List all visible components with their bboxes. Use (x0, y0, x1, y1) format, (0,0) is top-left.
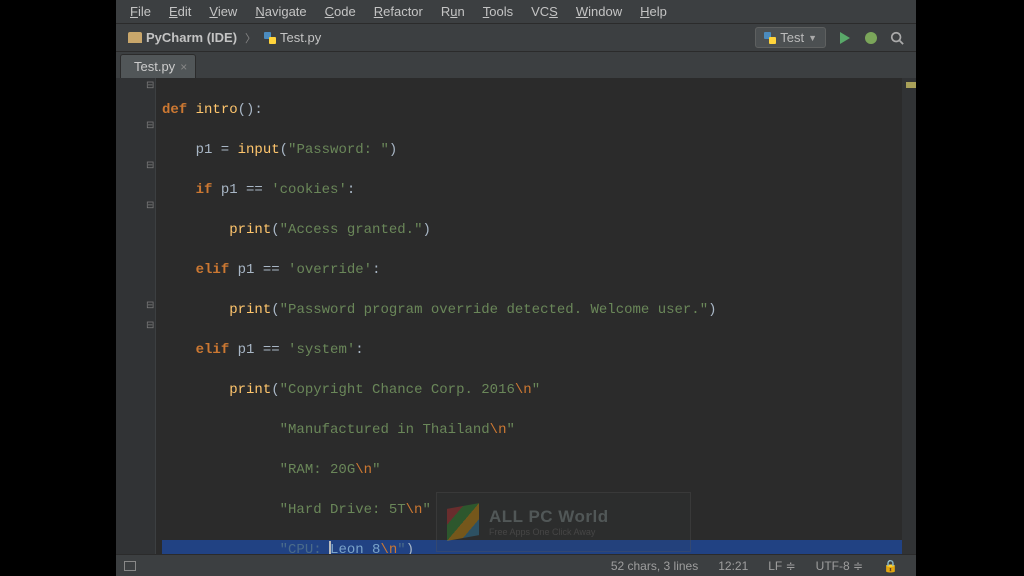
watermark-subtitle: Free Apps One Click Away (489, 527, 609, 537)
fold-icon[interactable]: ⊟ (146, 80, 154, 91)
fold-icon[interactable]: ⊟ (146, 120, 154, 131)
menu-code[interactable]: Code (317, 2, 364, 21)
menu-file[interactable]: File (122, 2, 159, 21)
breadcrumb-file[interactable]: Test.py (258, 28, 327, 47)
menu-window[interactable]: Window (568, 2, 630, 21)
bug-icon (865, 32, 877, 44)
play-icon (840, 32, 850, 44)
breadcrumb-sep: 〉 (243, 30, 258, 46)
status-selection: 52 chars, 3 lines (601, 559, 708, 573)
menu-help[interactable]: Help (632, 2, 675, 21)
code-editor[interactable]: def intro(): p1 = input("Password: ") if… (156, 78, 902, 554)
folder-icon (128, 32, 142, 43)
status-caret-pos[interactable]: 12:21 (708, 559, 758, 573)
search-icon (890, 31, 904, 45)
editor-area: ⊟ ⊟ ⊟ ⊟ ⊟ ⊟ def intro(): p1 = input("Pas… (116, 78, 916, 554)
python-icon (264, 32, 276, 44)
watermark-logo (447, 503, 479, 541)
fold-icon[interactable]: ⊟ (146, 300, 154, 311)
watermark-title: ALL PC World (489, 507, 609, 527)
menu-view[interactable]: View (201, 2, 245, 21)
status-bar: 52 chars, 3 lines 12:21 LF ≑ UTF-8 ≑ 🔒 (116, 554, 916, 576)
ide-window: File Edit View Navigate Code Refactor Ru… (116, 0, 916, 576)
status-encoding[interactable]: UTF-8 ≑ (806, 559, 873, 573)
menu-run[interactable]: Run (433, 2, 473, 21)
lock-icon[interactable]: 🔒 (873, 559, 908, 573)
search-button[interactable] (886, 27, 908, 49)
tab-bar: Test.py × (116, 52, 916, 78)
warning-marker[interactable] (906, 82, 916, 88)
menu-navigate[interactable]: Navigate (247, 2, 314, 21)
menu-tools[interactable]: Tools (475, 2, 521, 21)
status-line-ending[interactable]: LF ≑ (758, 559, 805, 573)
nav-bar: PyCharm (IDE) 〉 Test.py Test ▼ (116, 24, 916, 52)
marker-bar[interactable] (902, 78, 916, 554)
fold-icon[interactable]: ⊟ (146, 160, 154, 171)
toolwindow-icon[interactable] (124, 561, 136, 571)
menu-bar: File Edit View Navigate Code Refactor Ru… (116, 0, 916, 24)
run-config-label: Test (780, 30, 804, 45)
fold-icon[interactable]: ⊟ (146, 200, 154, 211)
menu-edit[interactable]: Edit (161, 2, 199, 21)
run-button[interactable] (834, 27, 856, 49)
gutter[interactable]: ⊟ ⊟ ⊟ ⊟ ⊟ ⊟ (116, 78, 156, 554)
tab-label: Test.py (134, 59, 175, 74)
menu-refactor[interactable]: Refactor (366, 2, 431, 21)
menu-vcs[interactable]: VCS (523, 2, 566, 21)
breadcrumb-project[interactable]: PyCharm (IDE) (122, 28, 243, 47)
watermark: ALL PC World Free Apps One Click Away (436, 492, 691, 552)
chevron-down-icon: ▼ (808, 33, 817, 43)
fold-icon[interactable]: ⊟ (146, 320, 154, 331)
close-icon[interactable]: × (180, 60, 187, 74)
run-config-dropdown[interactable]: Test ▼ (755, 27, 826, 48)
file-name: Test.py (280, 30, 321, 45)
editor-tab[interactable]: Test.py × (120, 54, 196, 78)
debug-button[interactable] (860, 27, 882, 49)
python-icon (764, 32, 776, 44)
project-name: PyCharm (IDE) (146, 30, 237, 45)
